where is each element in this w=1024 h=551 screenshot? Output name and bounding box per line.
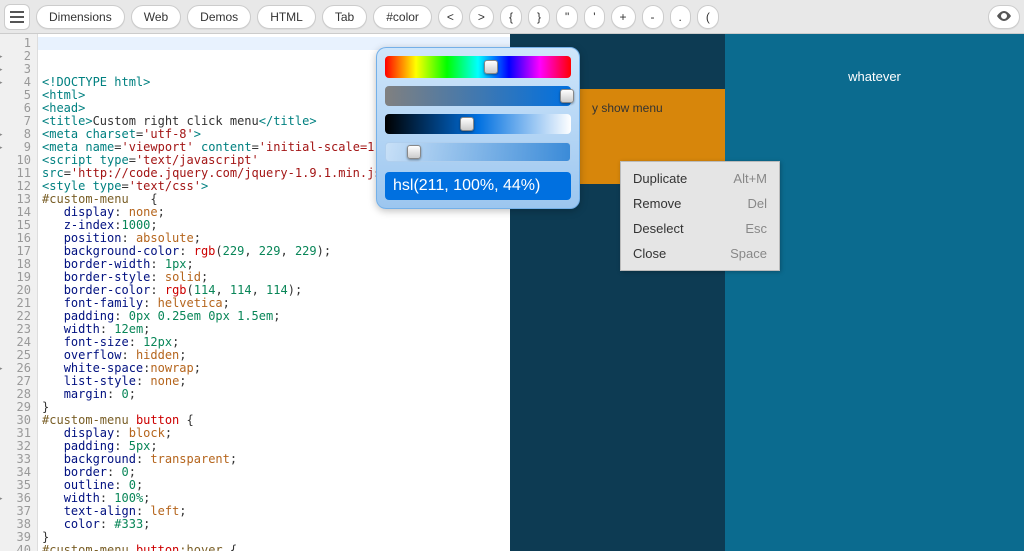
ctx-label: Duplicate [633, 171, 687, 186]
light-thumb[interactable] [460, 117, 474, 131]
ctx-label: Deselect [633, 221, 684, 236]
context-menu: Duplicate Alt+M Remove Del Deselect Esc Close S… [620, 161, 780, 271]
toolbar-buttons: DimensionsWebDemosHTMLTab#color<>{}"' +-.… [36, 5, 982, 29]
preview-right[interactable]: whatever [725, 34, 1024, 551]
toolbar-color-button[interactable]: #color [373, 5, 432, 29]
toolbar-HTML-button[interactable]: HTML [257, 5, 316, 29]
toolbar--button[interactable]: } [528, 5, 550, 29]
ctx-close[interactable]: Close Space [621, 241, 779, 266]
menu-icon[interactable] [4, 4, 30, 30]
ctx-duplicate[interactable]: Duplicate Alt+M [621, 166, 779, 191]
toolbar--button[interactable]: ( [697, 5, 719, 29]
toolbar--button[interactable]: + [611, 5, 636, 29]
ctx-shortcut: Space [730, 246, 767, 261]
ctx-label: Close [633, 246, 666, 261]
color-readout: hsl(211, 100%, 44%) [385, 172, 571, 200]
gutter: 12▸3▸4▸5678▸9▸10111213141516171819202122… [0, 34, 38, 551]
toolbar-Dimensions-button[interactable]: Dimensions [36, 5, 125, 29]
orange-text: y show menu [592, 101, 663, 115]
alpha-slider[interactable] [385, 142, 571, 162]
hue-slider[interactable] [385, 56, 571, 78]
toolbar--button[interactable]: ' [584, 5, 604, 29]
alpha-thumb[interactable] [407, 145, 421, 159]
toolbar: DimensionsWebDemosHTMLTab#color<>{}"' +-.… [0, 0, 1024, 34]
ctx-shortcut: Esc [745, 221, 767, 236]
ctx-label: Remove [633, 196, 681, 211]
toolbar-Web-button[interactable]: Web [131, 5, 181, 29]
toolbar--button[interactable]: { [500, 5, 522, 29]
lightness-slider[interactable] [385, 114, 571, 134]
eye-icon [997, 11, 1011, 21]
color-picker: hsl(211, 100%, 44%) [376, 47, 580, 209]
hue-thumb[interactable] [484, 60, 498, 74]
toolbar--button[interactable]: > [469, 5, 494, 29]
eye-button[interactable] [988, 5, 1020, 29]
toolbar-Demos-button[interactable]: Demos [187, 5, 251, 29]
ctx-remove[interactable]: Remove Del [621, 191, 779, 216]
saturation-slider[interactable] [385, 86, 571, 106]
toolbar-Tab-button[interactable]: Tab [322, 5, 367, 29]
toolbar--button[interactable]: " [556, 5, 578, 29]
toolbar--button[interactable]: - [642, 5, 664, 29]
ctx-shortcut: Alt+M [733, 171, 767, 186]
whatever-label: whatever [848, 69, 901, 84]
ctx-deselect[interactable]: Deselect Esc [621, 216, 779, 241]
sat-thumb[interactable] [560, 89, 574, 103]
preview-pane: y show menu whatever [510, 34, 1024, 551]
toolbar--button[interactable]: < [438, 5, 463, 29]
toolbar--button[interactable]: . [670, 5, 691, 29]
ctx-shortcut: Del [747, 196, 767, 211]
